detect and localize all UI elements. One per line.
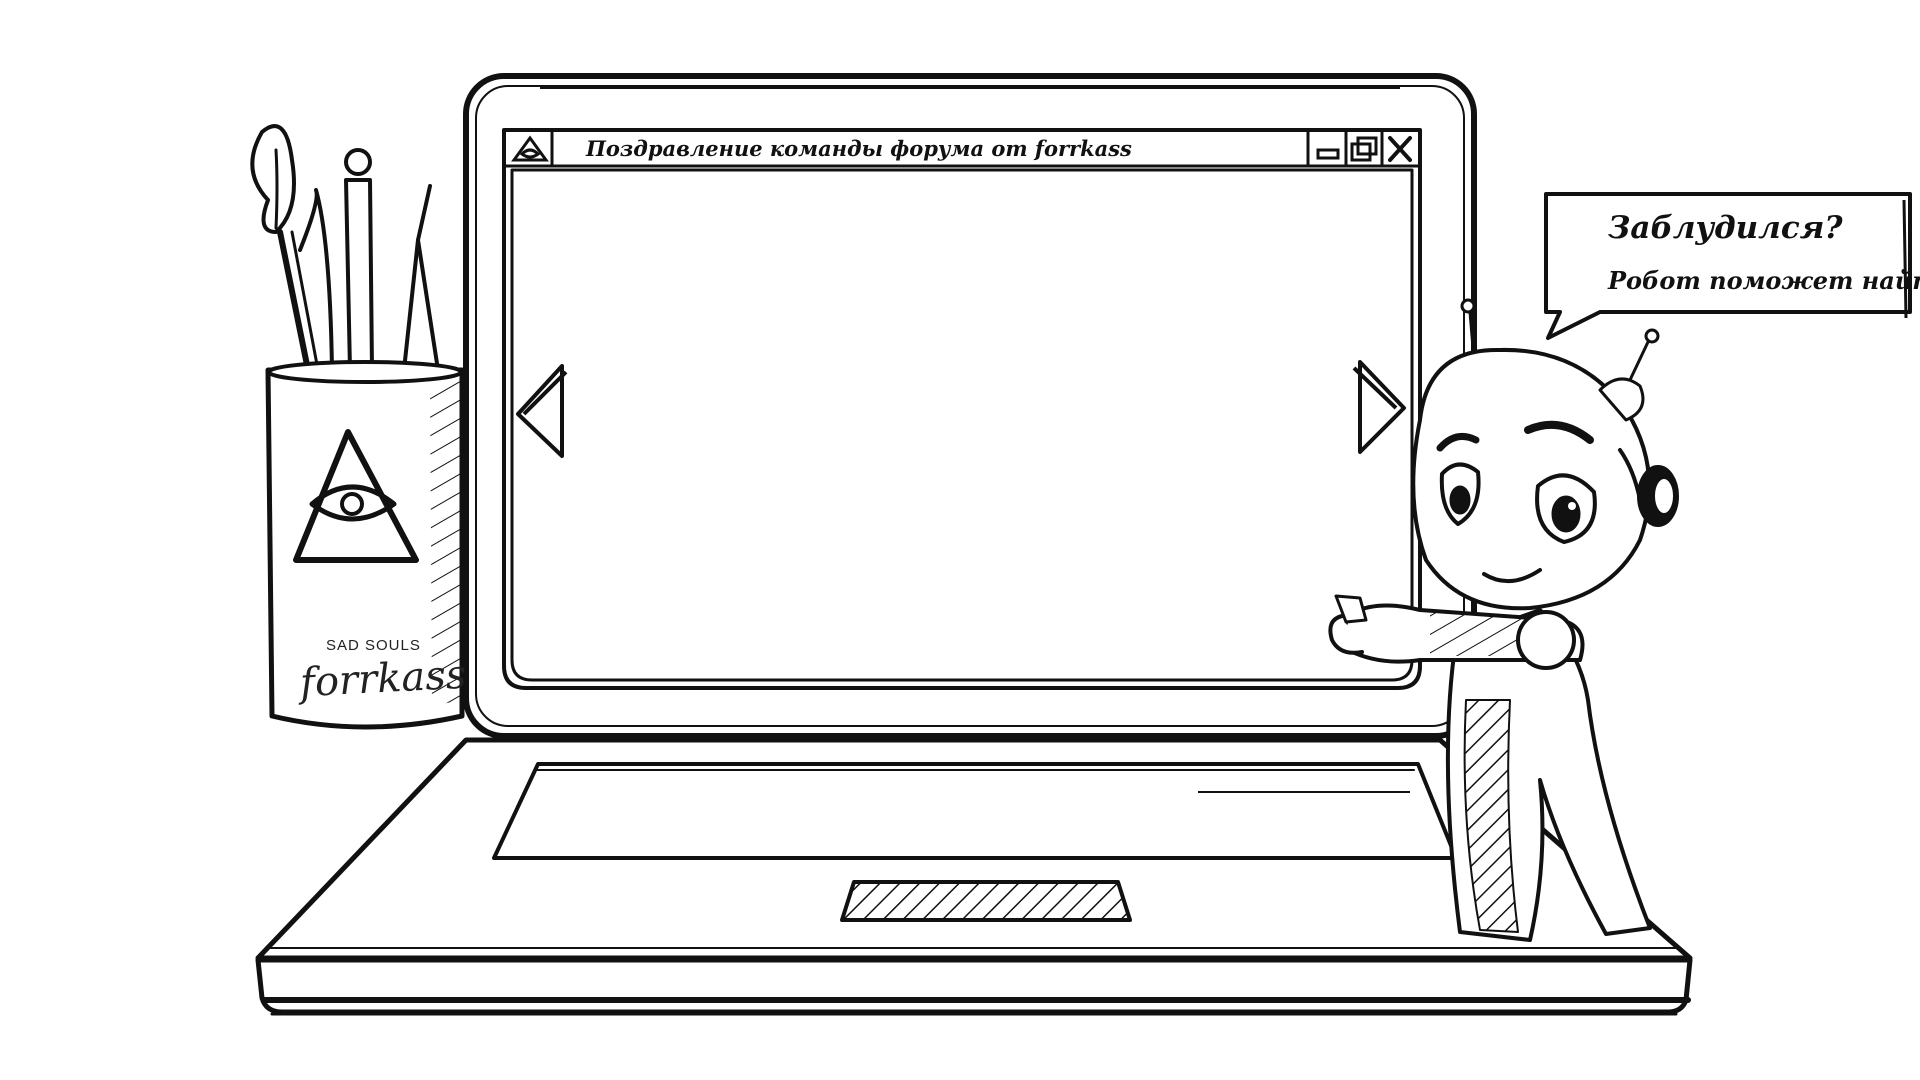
maximize-button[interactable] <box>1346 130 1382 166</box>
app-window <box>502 128 1422 690</box>
close-button[interactable] <box>1382 130 1420 166</box>
window-title: Поздравление команды форума от forrkass <box>586 136 1132 161</box>
prev-button[interactable] <box>510 356 572 466</box>
minimize-button[interactable] <box>1308 130 1346 166</box>
mug-text-top: SAD SOULS <box>326 637 421 654</box>
next-button[interactable] <box>1350 352 1412 462</box>
window-menu-button[interactable] <box>504 130 552 166</box>
speech-bubble-link[interactable] <box>1546 194 1910 312</box>
sketch-scene <box>250 73 1912 1016</box>
mug-text-logo: forrkass <box>298 651 468 707</box>
